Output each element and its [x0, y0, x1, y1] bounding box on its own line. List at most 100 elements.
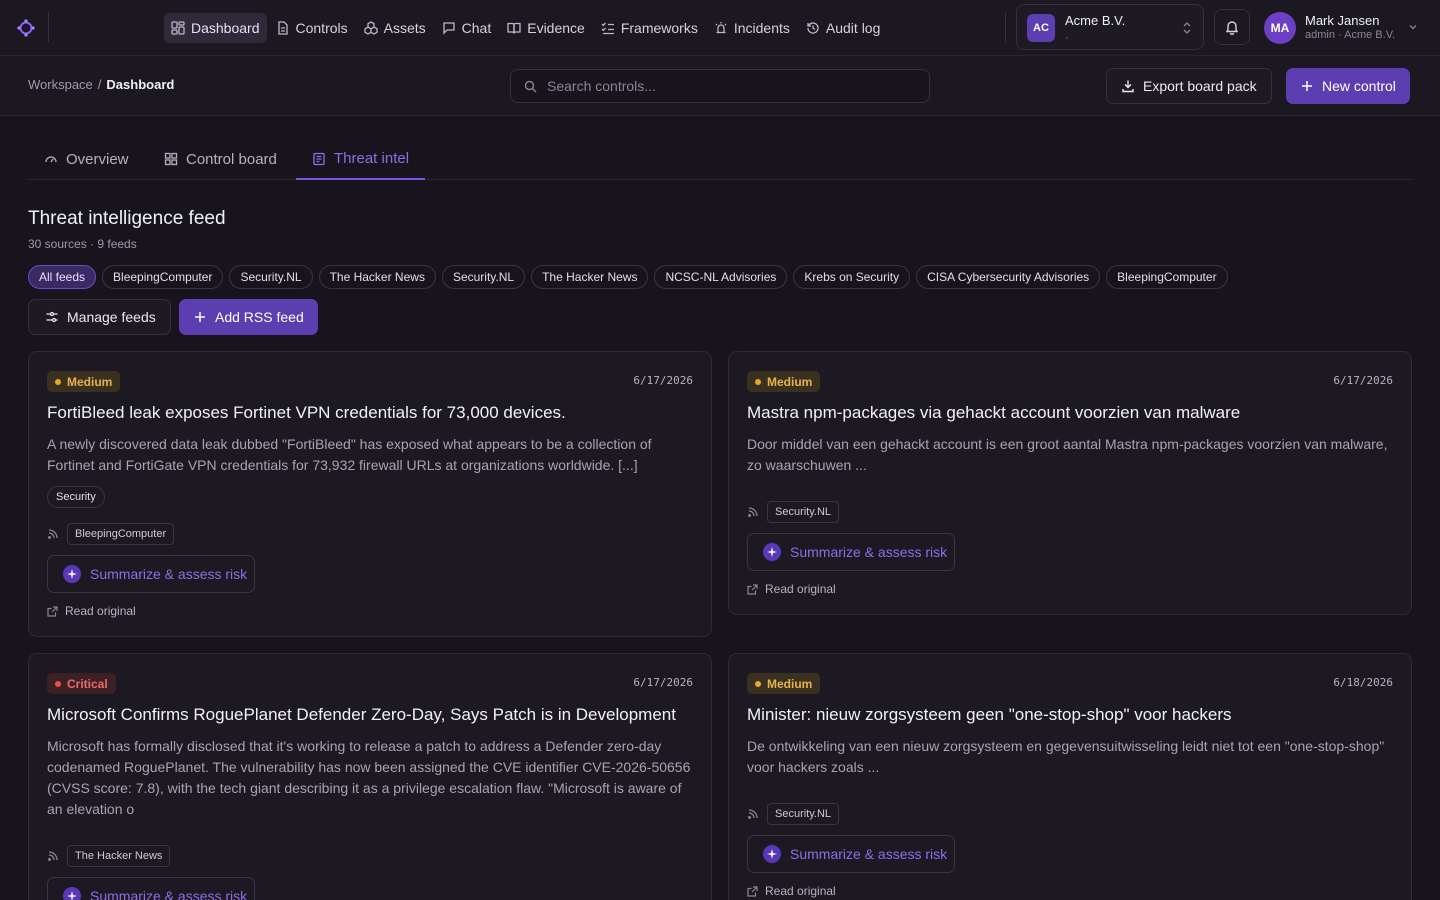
threat-card: Medium 6/17/2026 Mastra npm-packages via…	[728, 351, 1412, 615]
organization-switcher[interactable]: AC Acme B.V. ·	[1016, 4, 1204, 50]
new-control-label: New control	[1322, 78, 1396, 94]
read-original-label: Read original	[765, 582, 836, 596]
nav-item-incidents[interactable]: Incidents	[707, 13, 797, 43]
severity-label: Medium	[767, 676, 813, 691]
summarize-assess-risk-button[interactable]: Summarize & assess risk	[47, 555, 255, 593]
chevron-down-icon[interactable]	[1407, 21, 1419, 33]
source-badge: The Hacker News	[67, 845, 171, 867]
org-name: Acme B.V.	[1065, 13, 1126, 28]
read-original-link[interactable]: Read original	[747, 884, 836, 898]
breadcrumb-separator: /	[97, 77, 102, 92]
nav-label: Chat	[461, 20, 492, 36]
nav-item-assets[interactable]: Assets	[357, 13, 433, 43]
external-link-icon	[47, 605, 58, 617]
nav-label: Dashboard	[191, 20, 260, 36]
export-board-pack-button[interactable]: Export board pack	[1106, 68, 1272, 104]
org-avatar: AC	[1027, 14, 1055, 42]
notifications-button[interactable]	[1214, 9, 1250, 45]
card-title[interactable]: Mastra npm-packages via gehackt account …	[747, 403, 1397, 423]
severity-label: Critical	[67, 676, 108, 691]
gauge-icon	[45, 156, 57, 163]
siren-icon	[715, 22, 727, 34]
rss-icon	[748, 507, 758, 517]
read-original-link[interactable]: Read original	[747, 582, 836, 596]
chip-feed[interactable]: The Hacker News	[318, 265, 436, 289]
dashboard-icon	[171, 21, 185, 35]
top-navigation-bar: Dashboard Controls Assets Chat Evidence …	[0, 0, 1440, 56]
newspaper-icon	[313, 152, 325, 165]
tab-label: Control board	[186, 150, 277, 168]
nav-item-controls[interactable]: Controls	[269, 13, 355, 43]
nav-item-chat[interactable]: Chat	[435, 13, 499, 43]
chip-feed[interactable]: The Hacker News	[531, 265, 649, 289]
severity-label: Medium	[767, 374, 813, 389]
nav-label: Audit log	[825, 20, 881, 36]
bell-icon	[1225, 21, 1239, 35]
feed-filter-chips: All feeds BleepingComputer Security.NL T…	[28, 265, 1228, 289]
card-description: Microsoft has formally disclosed that it…	[47, 738, 691, 817]
sparkle-icon	[63, 887, 81, 900]
summarize-assess-risk-button[interactable]: Summarize & assess risk	[747, 533, 955, 571]
app-logo-icon[interactable]	[16, 18, 36, 38]
chevron-up-down-icon	[1183, 22, 1191, 34]
card-title[interactable]: Microsoft Confirms RoguePlanet Defender …	[47, 705, 697, 725]
nav-item-frameworks[interactable]: Frameworks	[594, 13, 705, 43]
chip-feed[interactable]: Krebs on Security	[793, 265, 911, 289]
summarize-assess-risk-button[interactable]: Summarize & assess risk	[747, 835, 955, 873]
card-title[interactable]: FortiBleed leak exposes Fortinet VPN cre…	[47, 403, 697, 423]
chip-feed[interactable]: Security.NL	[441, 265, 526, 289]
manage-feeds-button[interactable]: Manage feeds	[28, 299, 171, 335]
history-icon	[807, 22, 819, 34]
sparkle-icon	[763, 543, 781, 561]
summarize-label: Summarize & assess risk	[90, 566, 248, 582]
add-rss-feed-button[interactable]: Add RSS feed	[179, 299, 318, 335]
severity-label: Medium	[67, 374, 113, 389]
publish-date: 6/17/2026	[1333, 374, 1393, 387]
search-icon	[524, 80, 537, 93]
threat-card: Critical 6/17/2026 Microsoft Confirms Ro…	[28, 653, 712, 900]
summarize-assess-risk-button[interactable]: Summarize & assess risk	[47, 877, 255, 900]
threat-card: Medium 6/17/2026 FortiBleed leak exposes…	[28, 351, 712, 637]
user-name[interactable]: Mark Jansen	[1305, 13, 1379, 28]
chip-feed[interactable]: BleepingComputer	[1106, 265, 1228, 289]
manage-feeds-label: Manage feeds	[67, 309, 156, 325]
source-badge: Security.NL	[767, 803, 840, 825]
tab-control-board[interactable]: Control board	[148, 139, 293, 179]
divider	[1005, 12, 1006, 42]
category-tag: Security	[47, 486, 105, 508]
page-header: Workspace / Dashboard Export board pack …	[0, 56, 1440, 116]
plus-icon	[1302, 81, 1312, 91]
grid-icon	[164, 152, 178, 166]
breadcrumb: Workspace / Dashboard	[28, 77, 174, 92]
nav-item-dashboard[interactable]: Dashboard	[164, 13, 267, 43]
chip-all-feeds[interactable]: All feeds	[28, 265, 97, 289]
breadcrumb-workspace[interactable]: Workspace	[28, 77, 93, 92]
search-input[interactable]	[547, 70, 917, 102]
main-nav: Dashboard Controls Assets Chat Evidence …	[164, 13, 887, 43]
read-original-link[interactable]: Read original	[47, 604, 136, 618]
search-box[interactable]	[510, 69, 930, 103]
divider	[48, 12, 49, 42]
new-control-button[interactable]: New control	[1286, 68, 1410, 104]
add-rss-feed-label: Add RSS feed	[215, 309, 304, 325]
user-avatar[interactable]: MA	[1264, 12, 1296, 44]
sparkle-icon	[763, 845, 781, 863]
nav-item-audit-log[interactable]: Audit log	[799, 13, 887, 43]
chip-feed[interactable]: NCSC-NL Advisories	[654, 265, 788, 289]
chip-feed[interactable]: Security.NL	[229, 265, 313, 289]
org-subtitle: ·	[1065, 32, 1069, 44]
chip-feed[interactable]: CISA Cybersecurity Advisories	[916, 265, 1101, 289]
publish-date: 6/17/2026	[633, 676, 693, 689]
severity-badge: Medium	[747, 371, 821, 392]
document-icon	[277, 21, 288, 35]
nav-item-evidence[interactable]: Evidence	[500, 13, 592, 43]
read-original-label: Read original	[765, 884, 836, 898]
card-title[interactable]: Minister: nieuw zorgsysteem geen "one-st…	[747, 705, 1397, 725]
dashboard-tabs: Overview Control board Threat intel	[28, 139, 1412, 180]
tab-threat-intel[interactable]: Threat intel	[296, 139, 426, 180]
source-row: BleepingComputer	[47, 523, 175, 545]
chip-feed[interactable]: BleepingComputer	[102, 265, 224, 289]
tab-overview[interactable]: Overview	[28, 139, 145, 179]
card-description: Door middel van een gehackt account is e…	[747, 436, 1388, 473]
export-label: Export board pack	[1143, 78, 1257, 94]
